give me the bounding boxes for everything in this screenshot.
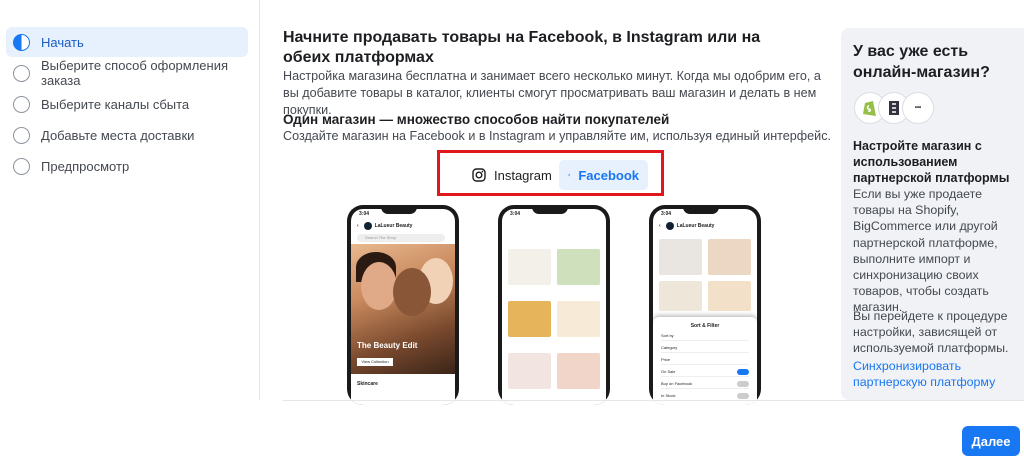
footer-divider [283,400,1024,401]
facebook-icon [568,173,571,177]
side-title: У вас уже есть онлайн-магазин? [853,43,990,81]
step-shipping-locations[interactable]: Добавьте места доставки [6,120,248,150]
shop-name: LaLueur Beauty [676,223,715,229]
platform-toggle-highlight: Instagram Facebook [437,150,664,196]
phone-mockup-storefront: 3:04 ‹ LaLueur Beauty Search The Shop Th… [347,205,459,405]
section-heading: Один магазин — множество способов найти … [283,112,670,127]
filter-label: In Stock [661,393,676,398]
partner-platform-panel: У вас уже есть онлайн-магазин? ••• Настр… [841,28,1024,400]
facebook-label: Facebook [578,167,639,183]
shop-search-bar: Search The Shop [357,234,445,242]
filter-row: Sort by [661,331,749,341]
phone-notch [683,205,719,214]
product-tile [508,249,551,285]
filter-label: On Sale [661,369,676,374]
step-label: Выберите способ оформления заказа [41,58,229,88]
step-circle-icon [13,95,30,113]
product-tile [508,301,551,337]
toggle-switch-on [737,369,749,375]
partner-heading: Настройте магазин с использованием партн… [853,139,1010,185]
sort-filter-sheet: Sort & Filter Sort by Category Price On … [653,317,757,405]
shop-appbar: ‹ LaLueur Beauty [351,219,455,233]
filter-row-buy-on-facebook: Buy on Facebook [661,379,749,389]
phone-screen: 3:04 [502,209,606,405]
step-checkout-method[interactable]: Выберите способ оформления заказа [6,58,248,88]
step-circle-icon [13,64,30,82]
product-tile [708,281,751,311]
phone-mockup-sort-filter: 3:04 ‹ LaLueur Beauty Sort & Filter Sort… [649,205,761,405]
step-circle-icon [13,157,30,175]
next-button[interactable]: Далее [962,426,1020,456]
filter-row: Price [661,355,749,365]
filter-row: Category [661,343,749,353]
partner-paragraph-1: Если вы уже продаете товары на Shopify, … [853,187,998,315]
hero-model-2 [393,268,431,316]
product-tile [557,301,600,337]
step-sales-channels[interactable]: Выберите каналы сбыта [6,89,248,119]
instagram-label: Instagram [494,167,552,183]
shop-appbar: ‹ LaLueur Beauty [653,219,757,233]
step-label: Выберите каналы сбыта [41,96,190,112]
toggle-switch-off [737,381,749,387]
step-label: Начать [41,34,84,50]
page-title: Начните продавать товары на Facebook, в … [283,29,761,66]
product-tile [557,353,600,389]
setup-steps-nav: Начать Выберите способ оформления заказа… [0,0,258,456]
hero-model-1 [361,262,397,310]
shop-logo [363,222,372,230]
instagram-icon [472,168,486,182]
step-circle-icon [13,126,30,144]
phone-mockup-product-grid: 3:04 [498,205,610,405]
phone-notch [381,205,417,214]
sync-partner-platform-link[interactable]: Синхронизировать партнерскую платформу [853,358,1023,390]
shop-logo [665,222,674,230]
phone-time: 3:04 [359,211,370,217]
toggle-switch-off [737,393,749,399]
hero-title: The Beauty Edit [357,341,418,350]
product-tile [659,281,702,311]
product-tile [508,353,551,389]
nav-divider [259,0,260,400]
category-label: Skincare [357,381,378,387]
hero-button: View Collection [357,358,393,366]
product-tile [557,249,600,285]
phone-screen: 3:04 ‹ LaLueur Beauty Search The Shop Th… [351,209,455,405]
phone-time: 3:04 [661,211,672,217]
instagram-toggle-button[interactable]: Instagram [463,160,561,190]
back-arrow-icon: ‹ [659,223,661,229]
step-label: Добавьте места доставки [41,127,195,143]
shop-name: LaLueur Beauty [374,223,413,229]
filter-label: Buy on Facebook [661,381,693,386]
partner-paragraph-2: Вы перейдете к процедуре настройки, зави… [853,309,1009,356]
product-tile [659,239,702,275]
section-description: Создайте магазин на Facebook и в Instagr… [283,129,832,143]
phone-notch [532,205,568,214]
step-label: Предпросмотр [41,158,130,174]
facebook-toggle-button[interactable]: Facebook [559,160,648,190]
hero-image: The Beauty Edit View Collection [351,244,455,374]
step-get-started[interactable]: Начать [6,27,248,57]
sort-filter-title: Sort & Filter [690,323,720,329]
filter-row-on-sale: On Sale [661,367,749,377]
phone-screen: 3:04 ‹ LaLueur Beauty Sort & Filter Sort… [653,209,757,405]
step-progress-icon [13,33,30,51]
phone-time: 3:04 [510,211,521,217]
other-partner-logo-icon: ••• [902,92,934,124]
back-arrow-icon: ‹ [357,223,359,229]
product-tile [708,239,751,275]
step-preview[interactable]: Предпросмотр [6,151,248,181]
partner-logos: ••• [854,92,934,124]
